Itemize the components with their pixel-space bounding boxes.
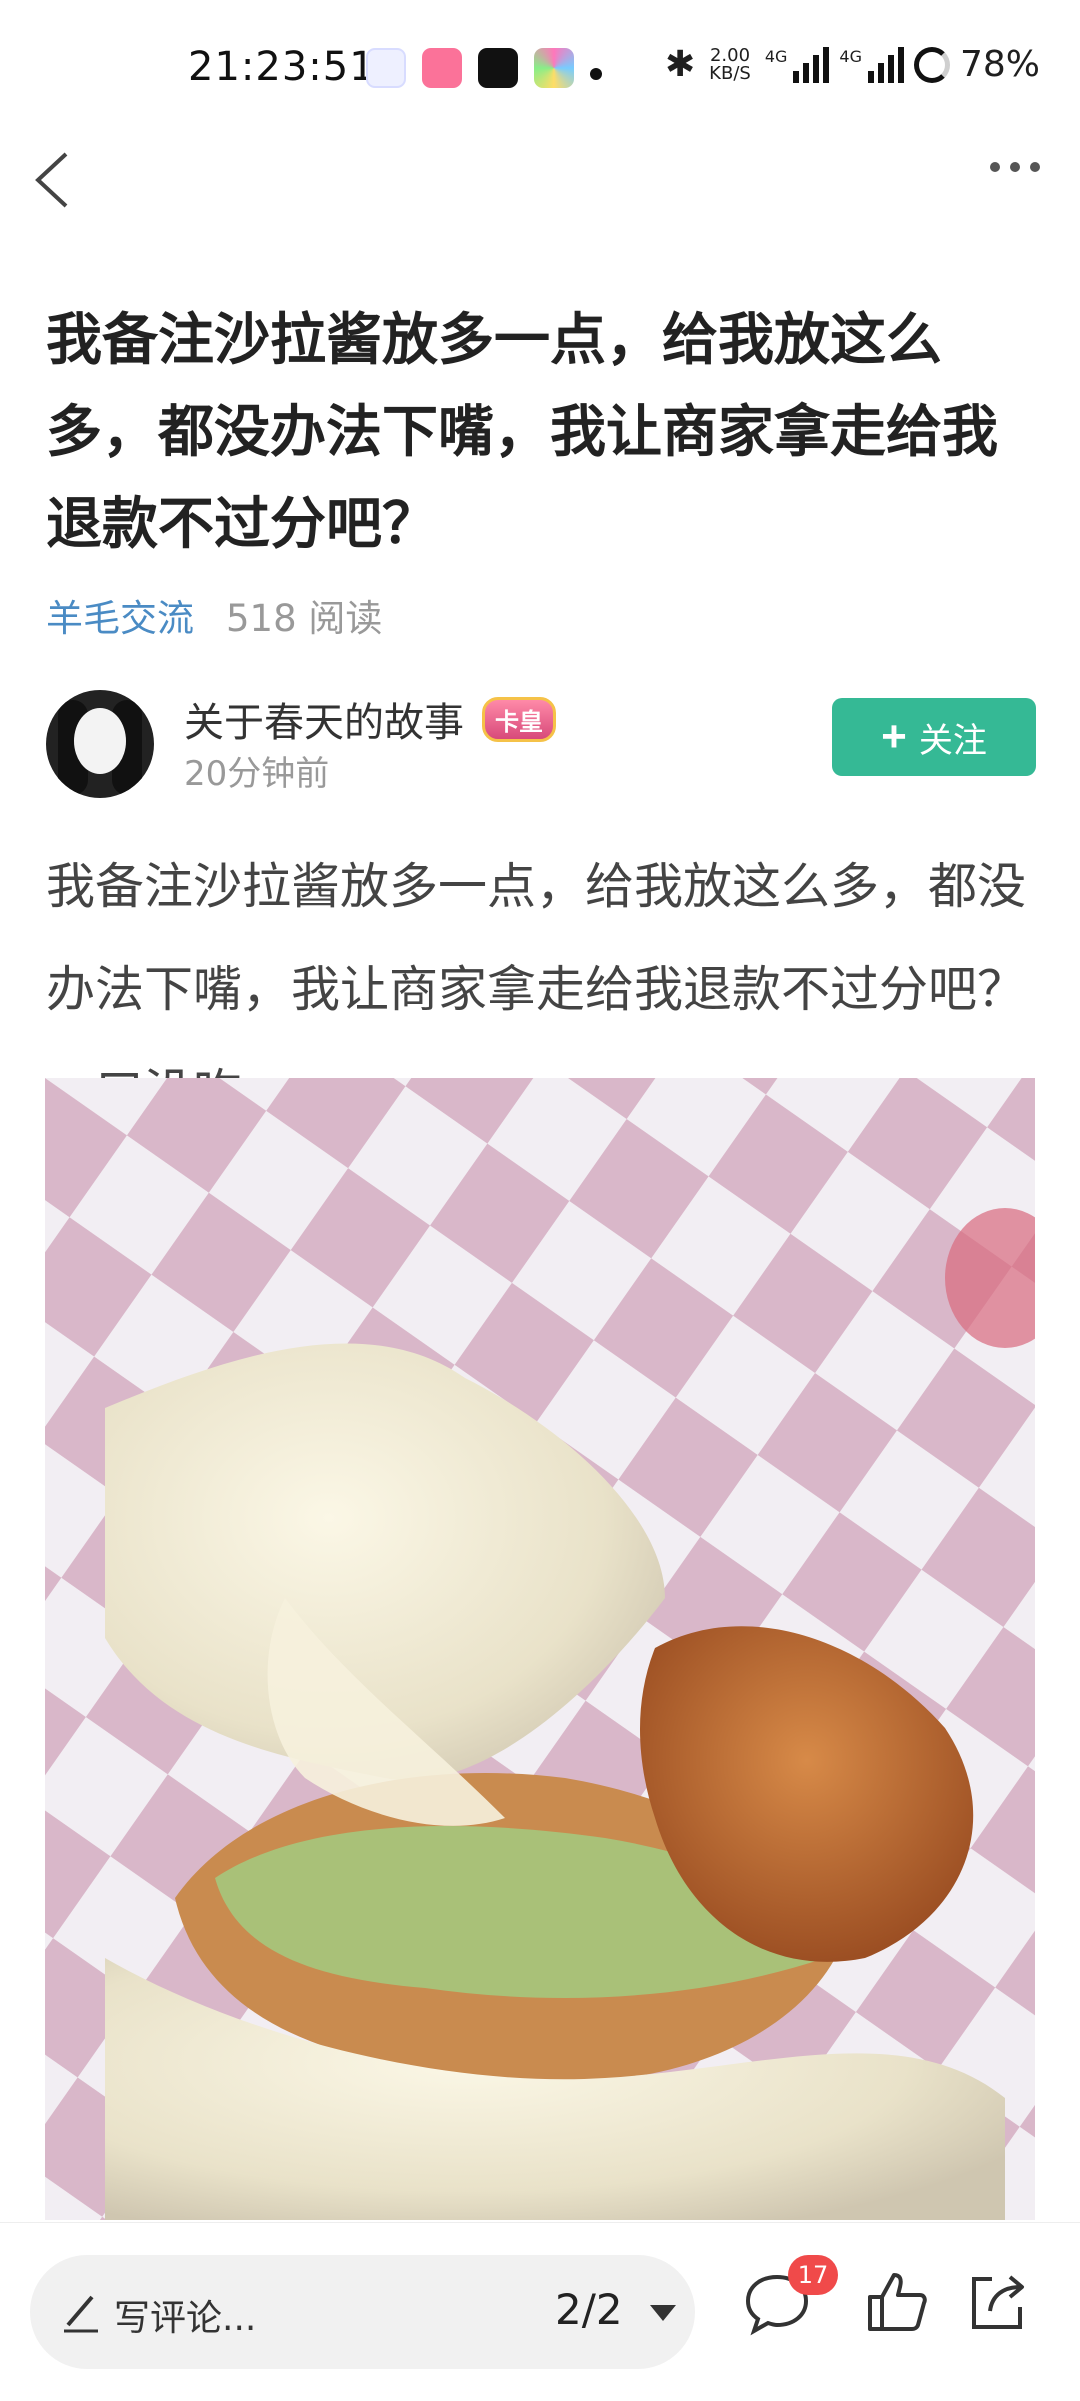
notification-dot bbox=[590, 68, 602, 80]
avatar[interactable] bbox=[46, 690, 154, 798]
food-photo bbox=[45, 1078, 1035, 2220]
cloud-app-icon bbox=[366, 48, 406, 88]
page-indicator[interactable]: 2/2 bbox=[555, 2285, 623, 2334]
pencil-icon bbox=[64, 2295, 98, 2333]
author-name[interactable]: 关于春天的故事 bbox=[184, 690, 464, 748]
post-views: 518 阅读 bbox=[226, 597, 383, 640]
caret-down-icon[interactable] bbox=[650, 2305, 676, 2321]
top-nav bbox=[0, 140, 1080, 230]
bluetooth-icon: ✱ bbox=[665, 44, 696, 85]
post-title: 我备注沙拉酱放多一点，给我放这么多，都没办法下嘴，我让商家拿走给我退款不过分吧？ bbox=[46, 308, 998, 557]
system-status: ✱ 2.00 KB/S 4G 4G 78% bbox=[665, 44, 1040, 85]
tiktok-icon bbox=[478, 48, 518, 88]
chevron-left-icon[interactable] bbox=[30, 150, 74, 210]
author-row: 关于春天的故事 卡皇 20分钟前 + 关注 bbox=[46, 690, 1036, 800]
network-speed: 2.00 KB/S bbox=[709, 44, 751, 84]
notification-icons bbox=[366, 48, 574, 88]
plus-icon: + bbox=[881, 712, 907, 761]
more-dots-icon[interactable] bbox=[990, 162, 1040, 172]
author-name-row: 关于春天的故事 卡皇 bbox=[184, 690, 556, 748]
comment-count-badge: 17 bbox=[788, 2255, 838, 2295]
post-time: 20分钟前 bbox=[184, 754, 330, 794]
battery-percent: 78% bbox=[959, 44, 1040, 85]
post-image[interactable] bbox=[45, 1078, 1035, 2220]
signal-2-icon: 4G bbox=[839, 46, 904, 83]
battery-icon bbox=[913, 46, 950, 83]
comment-input[interactable]: 写评论... 2/2 bbox=[30, 2255, 695, 2369]
post-meta: 羊毛交流 518 阅读 bbox=[46, 588, 382, 642]
comment-placeholder: 写评论... bbox=[114, 2298, 257, 2339]
post-category-link[interactable]: 羊毛交流 bbox=[46, 588, 194, 642]
share-icon[interactable] bbox=[962, 2267, 1032, 2337]
bottom-bar: 写评论... 2/2 17 bbox=[0, 2222, 1080, 2401]
status-time: 21:23:51 bbox=[188, 44, 376, 90]
thumbs-up-icon[interactable] bbox=[862, 2267, 932, 2337]
bilibili-icon bbox=[422, 48, 462, 88]
signal-1-icon: 4G bbox=[765, 46, 830, 83]
follow-button[interactable]: + 关注 bbox=[832, 698, 1036, 776]
status-bar: 21:23:51 ✱ 2.00 KB/S 4G 4G 78% bbox=[0, 0, 1080, 140]
crown-badge-icon: 卡皇 bbox=[482, 696, 556, 742]
colorful-app-icon bbox=[534, 48, 574, 88]
follow-label: 关注 bbox=[918, 721, 987, 760]
